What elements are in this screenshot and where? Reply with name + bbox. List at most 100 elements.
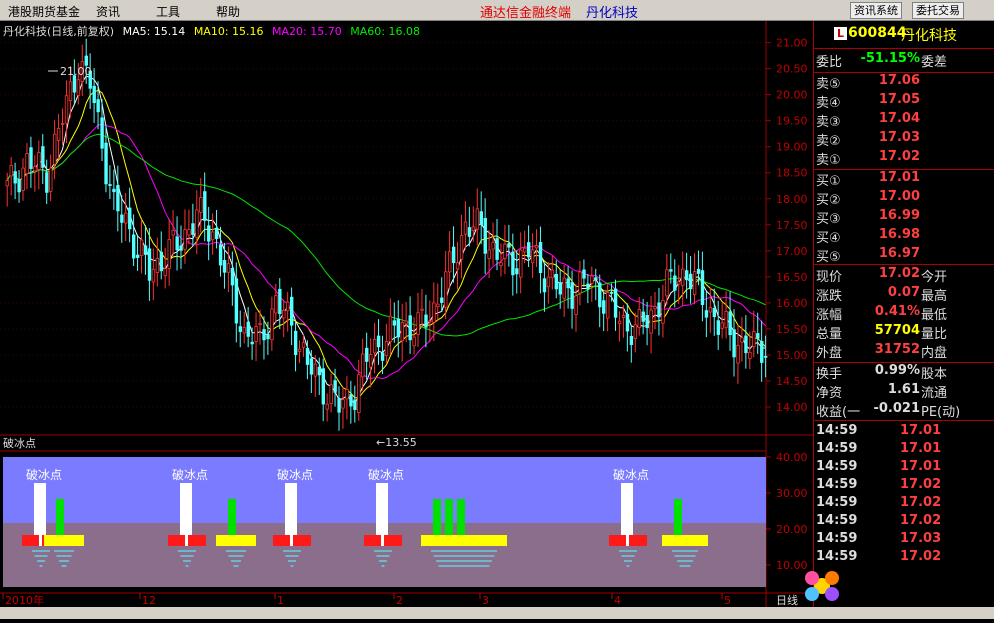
y-tick-label: 16.50 [776,271,808,284]
y-tick-label: 19.00 [776,141,808,154]
candle-body [230,267,235,286]
ask-3-row: 卖③ 17.04 [814,111,994,130]
candle-body [420,308,424,311]
candle-body [566,278,570,289]
candle-body [333,380,337,393]
candle-body [396,318,401,338]
bid-2-label: 买② [816,193,841,208]
candle-body [467,227,472,237]
stat-0-label2: 今开 [921,270,948,285]
trade-row: 14:59 17.03 [814,531,994,549]
candle-body [657,302,661,318]
candle-body [270,308,274,341]
candle-body [175,236,179,251]
candle-body [258,323,262,325]
candle-body [455,262,460,270]
y-tick-label: 15.00 [776,349,808,362]
candle-body [238,326,243,332]
menu-hk-futures[interactable]: 港股期货基金 [8,3,80,20]
indicator-title: 破冰点 [3,436,36,450]
candle-body [384,340,389,357]
trade-row: 14:59 17.01 [814,441,994,459]
candle-body [41,146,45,168]
candle-body [673,275,677,291]
stat2-1-label2: 流通 [921,386,948,401]
candle-body [594,277,598,280]
candle-body [112,188,116,193]
x-axis-label: 4 [614,594,621,607]
signal-label: 破冰点 [277,467,313,482]
trade-button[interactable]: 委托交易 [912,2,964,19]
trade-price: 17.02 [900,495,942,510]
candle-body [447,251,452,273]
ask-4-row: 卖④ 17.05 [814,92,994,111]
candle-body [246,321,250,337]
divider [814,264,994,265]
y-tick-label: 14.50 [776,375,808,388]
candle-body [222,260,227,273]
candle-body [37,152,41,170]
trade-time: 14:59 [816,441,858,456]
candle-body [736,344,740,364]
trade-price: 17.01 [900,459,942,474]
candle-body [313,363,318,377]
candle-body [120,214,124,223]
stat-1-label: 涨跌 [816,289,843,304]
signal-label: 破冰点 [613,467,649,482]
trade-row: 14:59 17.01 [814,459,994,477]
candle-body [428,320,432,323]
candle-body [76,79,81,96]
stat2-2-label2: PE(动) [921,405,961,420]
candle-body [100,117,104,149]
candle-body [305,347,310,365]
candle-body [578,271,582,294]
y-tick-label: 17.50 [776,219,808,232]
candle-body [527,242,531,258]
green-bar [445,499,453,535]
chart-legend: 丹化科技(日线,前复权) MA5: 15.14 MA10: 15.16 MA20… [3,23,425,39]
bid-3-value: 16.99 [878,208,920,223]
kline-chart[interactable]: 21.00←13.55 破冰点40.0030.0020.0010.00破冰点 破冰… [0,21,813,607]
candle-body [629,335,634,345]
candle-body [503,243,507,259]
candle-body [519,249,523,278]
bid-1-label: 买① [816,174,841,189]
stat-3-value: 57704 [874,323,920,338]
menu-tools[interactable]: 工具 [156,3,180,20]
trade-row: 14:59 17.02 [814,495,994,513]
candle-body [64,95,69,124]
ask-1-row: 卖① 17.02 [814,149,994,168]
candle-body [677,281,681,285]
stat2-2-label: 收益(一 [816,405,861,420]
candle-body [499,262,503,267]
candle-body [139,239,144,256]
bid-5-value: 16.97 [878,246,920,261]
menu-info[interactable]: 资讯 [96,3,120,20]
trade-row: 14:59 17.02 [814,513,994,531]
candle-body [29,147,33,169]
stat-4-row: 外盘 31752 内盘 [814,342,994,361]
ask-2-label: 卖② [816,134,841,149]
stat2-0-row: 换手 0.99% 股本 [814,363,994,382]
candle-body [530,249,535,264]
stat2-1-row: 净资 1.61 流通 [814,382,994,401]
candle-body [21,167,25,191]
x-axis-label: 2010年 [5,593,44,607]
candle-body [716,320,720,335]
stat-1-row: 涨跌 0.07 最高 [814,285,994,304]
trade-price: 17.02 [900,513,942,528]
stat-4-label: 外盘 [816,346,843,361]
candle-body [167,239,171,269]
candle-body [546,276,551,288]
info-system-button[interactable]: 资讯系统 [850,2,902,19]
stat2-0-value: 0.99% [874,363,920,378]
menu-help[interactable]: 帮助 [216,3,240,20]
candle-body [53,133,57,165]
legend-ma5: MA5: 15.14 [122,25,186,38]
stat-3-label2: 量比 [921,327,948,342]
ask-1-value: 17.02 [878,149,920,164]
chart-area[interactable]: 21.00 ←13.55 破冰点 40.00 30.00 20.00 10.00 破冰点 破冰… [0,21,813,607]
candle-body [487,249,491,259]
ask-1-label: 卖① [816,153,841,168]
candle-body [286,301,290,312]
